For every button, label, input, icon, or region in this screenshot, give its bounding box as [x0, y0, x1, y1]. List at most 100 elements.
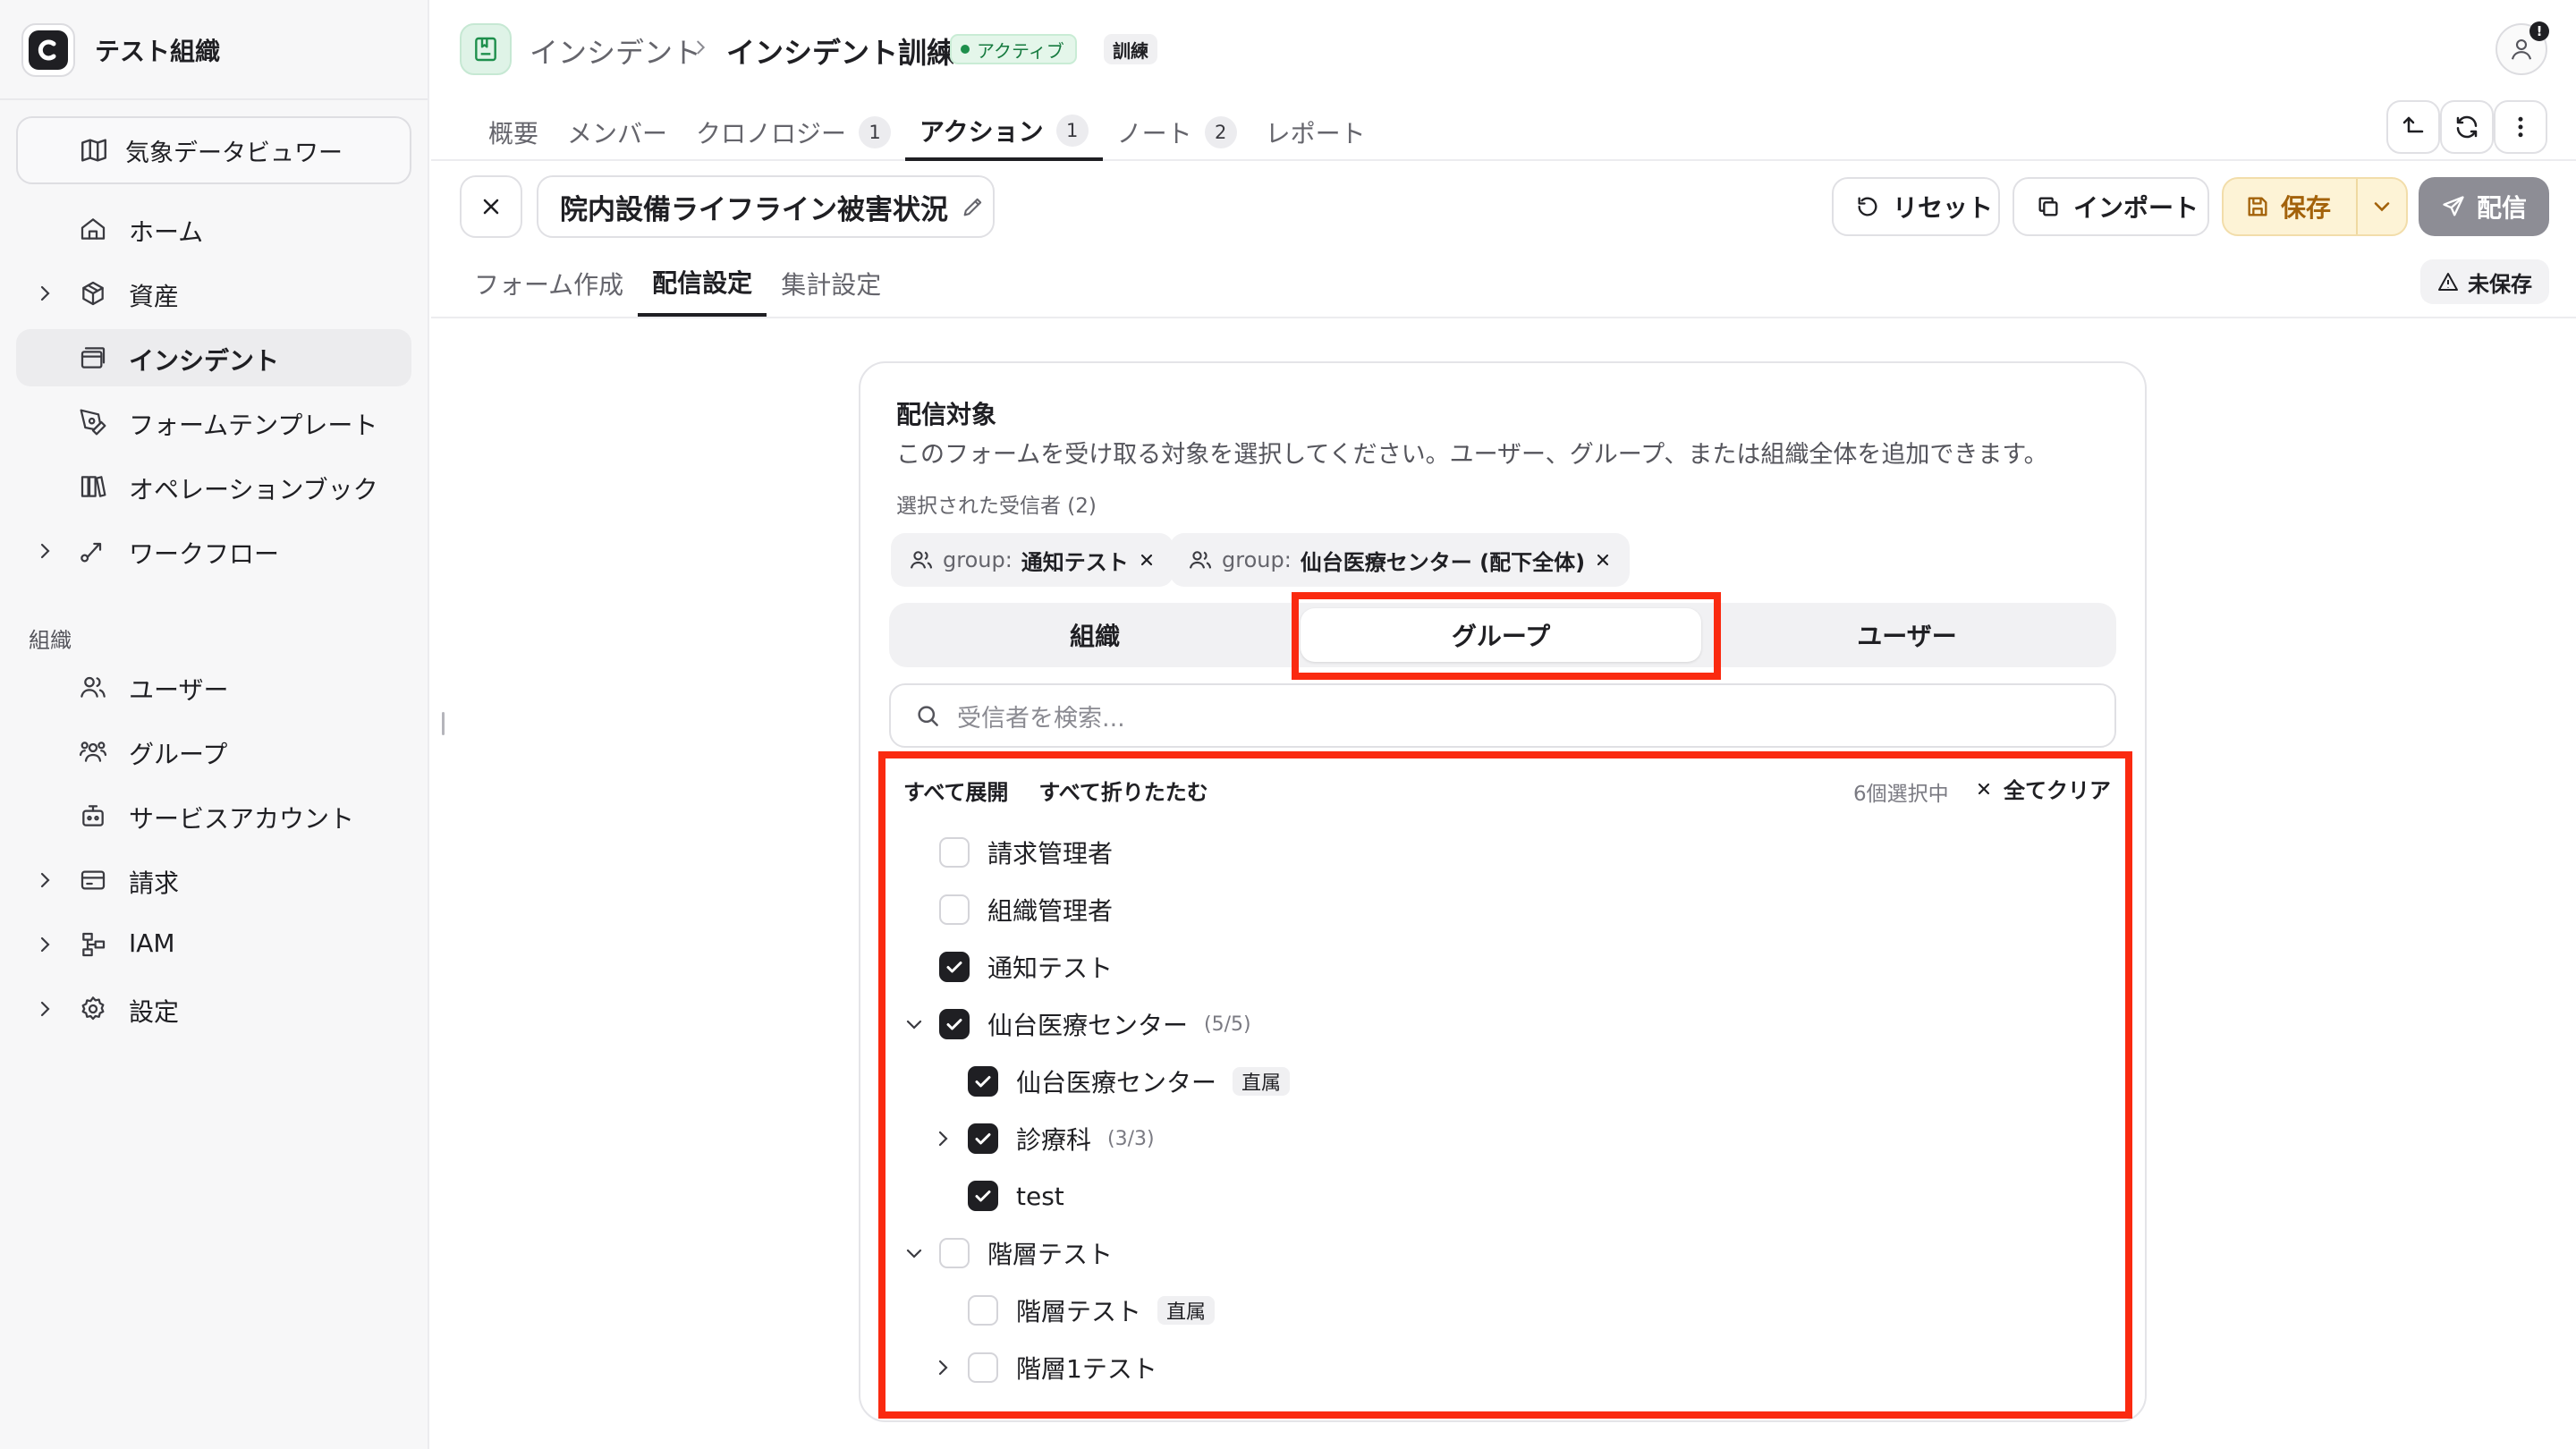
share-button[interactable] — [2386, 100, 2440, 154]
tab-label: 概要 — [488, 119, 539, 148]
segment-user[interactable]: ユーザー — [1707, 608, 2107, 662]
sidebar-item[interactable]: ホーム — [16, 200, 411, 258]
remove-chip-icon[interactable] — [1138, 551, 1156, 569]
sidebar-item-label: サービスアカウント — [129, 804, 355, 834]
sidebar-item[interactable]: サービスアカウント — [16, 787, 411, 844]
breadcrumb-incidents[interactable]: インシデント — [530, 30, 701, 72]
notification-alert-badge: ! — [2529, 21, 2549, 41]
tab-label: クロノロジー — [696, 119, 847, 148]
form-title: 院内設備ライフライン被害状況 — [560, 193, 948, 226]
incident-book-icon — [460, 23, 512, 75]
user-avatar[interactable]: ! — [2496, 21, 2549, 75]
close-icon — [479, 194, 504, 219]
map-icon — [79, 135, 109, 165]
copy-icon — [2036, 194, 2061, 219]
sidebar-item[interactable]: フォームテンプレート — [16, 394, 411, 451]
recipient-search-input[interactable]: 受信者を検索... — [889, 683, 2116, 748]
sidebar-resize-handle[interactable] — [442, 712, 445, 735]
sidebar-item[interactable]: ワークフロー — [16, 522, 411, 580]
import-label: インポート — [2073, 193, 2199, 223]
bot-icon — [79, 801, 107, 830]
warning-icon — [2437, 271, 2459, 292]
cards-icon — [79, 343, 107, 372]
book-icon — [79, 472, 107, 501]
weather-viewer-button[interactable]: 気象データビュワー — [16, 116, 411, 184]
chevron-right-icon[interactable] — [34, 283, 55, 304]
sidebar-item[interactable]: 設定 — [16, 980, 411, 1038]
form-subtab[interactable]: 集計設定 — [767, 250, 895, 317]
content-divider — [431, 317, 2576, 318]
sidebar-item[interactable]: オペレーションブック — [16, 458, 411, 515]
tab-label: レポート — [1265, 119, 1366, 148]
save-button[interactable]: 保存 — [2224, 179, 2358, 234]
sidebar-item[interactable]: インシデント — [16, 329, 411, 386]
sidebar-item[interactable]: ユーザー — [16, 658, 411, 716]
highlight-box-group-tab — [1292, 592, 1721, 680]
status-badge: アクティブ — [950, 34, 1077, 64]
org-name: テスト組織 — [95, 37, 221, 66]
users-icon — [1188, 547, 1213, 572]
chevron-right-icon[interactable] — [34, 540, 55, 562]
tab[interactable]: クロノロジー 1 — [682, 104, 905, 161]
sidebar-divider — [0, 98, 428, 100]
refresh-button[interactable] — [2440, 100, 2494, 154]
form-title-field[interactable]: 院内設備ライフライン被害状況 — [537, 175, 995, 238]
tab-count-badge: 2 — [1204, 116, 1237, 148]
sidebar-item-label: ユーザー — [129, 675, 229, 705]
save-button-group: 保存 — [2222, 177, 2408, 236]
close-form-button[interactable] — [460, 175, 522, 238]
tab[interactable]: レポート — [1251, 104, 1380, 161]
save-icon — [2245, 194, 2270, 219]
tab[interactable]: アクション 1 — [905, 104, 1103, 161]
remove-chip-icon[interactable] — [1594, 551, 1612, 569]
sidebar-item-label: ホーム — [129, 217, 204, 247]
form-subtabs: フォーム作成 配信設定 集計設定 — [460, 250, 895, 317]
tab-count-badge: 1 — [859, 116, 892, 148]
network-icon — [79, 930, 107, 959]
wallet-icon — [79, 866, 107, 894]
incident-tabs: 概要 メンバー クロノロジー 1 アクション 1 ノート 2 レポート — [474, 104, 1380, 161]
reset-button[interactable]: リセット — [1832, 177, 2000, 236]
recipient-chip: group: 通知テスト — [891, 533, 1174, 587]
tab-label: アクション — [919, 117, 1044, 147]
pencil-icon — [961, 194, 986, 219]
sidebar-item-label: 資産 — [129, 282, 180, 311]
box-icon — [79, 279, 107, 308]
sidebar-item[interactable]: 請求 — [16, 852, 411, 909]
send-button[interactable]: 配信 — [2419, 177, 2549, 236]
search-placeholder: 受信者を検索... — [957, 704, 1125, 733]
chevron-right-icon — [691, 38, 710, 57]
sidebar-item[interactable]: グループ — [16, 723, 411, 780]
group-icon — [79, 737, 107, 766]
sidebar-item[interactable]: 資産 — [16, 265, 411, 322]
unsaved-label: 未保存 — [2468, 271, 2532, 297]
tab[interactable]: ノート 2 — [1103, 104, 1251, 161]
users-icon — [79, 673, 107, 701]
tab[interactable]: 概要 — [474, 104, 553, 161]
import-button[interactable]: インポート — [2012, 177, 2209, 236]
rotate-ccw-icon — [1855, 194, 1880, 219]
chevron-right-icon[interactable] — [34, 934, 55, 955]
more-menu-button[interactable] — [2494, 100, 2547, 154]
sidebar-item-label: フォームテンプレート — [129, 411, 378, 440]
sidebar: テスト組織 気象データビュワー ホーム資産インシデントフォームテンプレートオペレ… — [0, 0, 429, 1449]
form-subtab[interactable]: フォーム作成 — [460, 250, 638, 317]
segment-org[interactable]: 組織 — [894, 608, 1295, 662]
chevron-right-icon[interactable] — [34, 869, 55, 891]
org-logo — [21, 23, 75, 77]
recipient-chip: group: 仙台医療センター (配下全体) — [1170, 533, 1631, 587]
sidebar-item[interactable]: IAM — [16, 916, 411, 973]
save-label: 保存 — [2281, 193, 2332, 223]
more-vertical-icon — [2507, 114, 2534, 140]
tab-count-badge: 1 — [1055, 114, 1089, 147]
users-icon — [909, 547, 934, 572]
org-switcher[interactable]: テスト組織 — [21, 21, 220, 79]
tab-label: メンバー — [567, 119, 668, 148]
gear-icon — [79, 995, 107, 1023]
send-icon — [2441, 194, 2466, 219]
tab[interactable]: メンバー — [553, 104, 682, 161]
save-options-dropdown[interactable] — [2358, 179, 2406, 234]
form-subtab[interactable]: 配信設定 — [638, 250, 767, 317]
sidebar-item-label: 設定 — [129, 997, 180, 1027]
chevron-right-icon[interactable] — [34, 998, 55, 1020]
